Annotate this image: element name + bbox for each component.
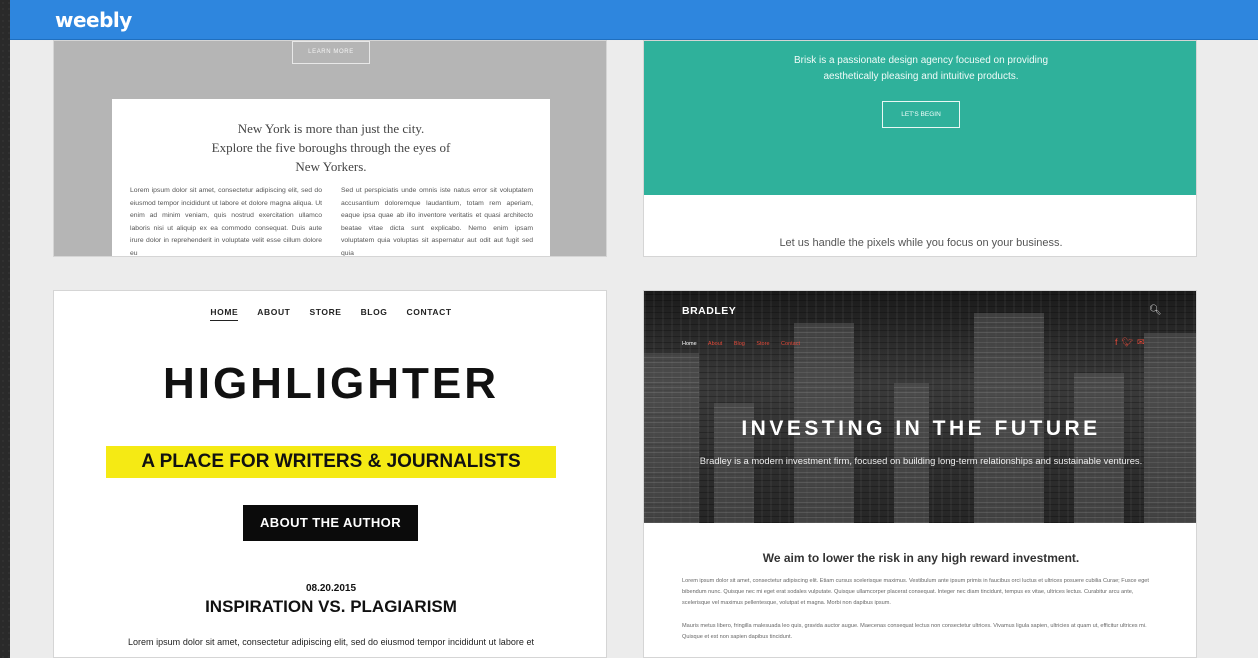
theme-card-new-york[interactable]: LEARN MORE New York is more than just th… bbox=[53, 40, 607, 257]
site-title: HIGHLIGHTER bbox=[162, 359, 500, 408]
hero-section: Brisk is a passionate design agency focu… bbox=[644, 41, 1196, 195]
intro-line-1: Brisk is a passionate design agency focu… bbox=[793, 55, 1049, 66]
intro-line-2: aesthetically pleasing and intuitive pro… bbox=[823, 71, 1019, 82]
email-icon[interactable]: ✉ bbox=[1137, 337, 1149, 347]
post-date: 08.20.2015 bbox=[305, 583, 357, 594]
paragraph: Mauris metus libero, fringilla malesuada… bbox=[682, 623, 1147, 640]
menu-about[interactable]: About bbox=[708, 341, 722, 347]
building bbox=[894, 383, 929, 523]
brand-name[interactable]: BRADLEY bbox=[682, 305, 736, 317]
search-icon[interactable]: 🔍︎ bbox=[1149, 305, 1162, 316]
body-column-right: Sed ut perspiciatis unde omnis iste natu… bbox=[341, 187, 533, 257]
headline-line-2: Explore the five boroughs through the ey… bbox=[211, 140, 451, 155]
nav-bar: HOME ABOUT STORE BLOG CONTACT bbox=[54, 307, 606, 321]
paragraph: Lorem ipsum dolor sit amet, consectetur … bbox=[682, 578, 1149, 606]
section-heading: We aim to lower the risk in any high rew… bbox=[762, 551, 1080, 565]
nav-store[interactable]: STORE bbox=[309, 307, 341, 320]
nav-contact[interactable]: CONTACT bbox=[407, 307, 452, 320]
hero-subtitle: Bradley is a modern investment firm, foc… bbox=[699, 455, 1143, 466]
nav-home[interactable]: HOME bbox=[210, 307, 239, 321]
headline: New York is more than just the city. Exp… bbox=[112, 119, 550, 176]
menu: Home About Blog Store Contact bbox=[682, 341, 810, 347]
theme-card-bradley[interactable]: BRADLEY 🔍︎ Home About Blog Store Contact… bbox=[643, 290, 1197, 658]
content-panel: New York is more than just the city. Exp… bbox=[112, 99, 550, 257]
menu-store[interactable]: Store bbox=[756, 341, 769, 347]
headline-line-1: New York is more than just the city. bbox=[237, 121, 425, 136]
post-excerpt: Lorem ipsum dolor sit amet, consectetur … bbox=[128, 637, 534, 647]
building bbox=[1074, 373, 1124, 523]
tagline: Let us handle the pixels while you focus… bbox=[779, 237, 1063, 249]
theme-gallery: weebly LEARN MORE New York is more than … bbox=[10, 0, 1258, 658]
theme-card-brisk[interactable]: Brisk is a passionate design agency focu… bbox=[643, 40, 1197, 257]
nav-blog[interactable]: BLOG bbox=[361, 307, 388, 320]
top-bar: weebly bbox=[10, 0, 1258, 40]
menu-home[interactable]: Home bbox=[682, 341, 697, 347]
body-column-left: Lorem ipsum dolor sit amet, consectetur … bbox=[130, 187, 322, 257]
hero-cityscape: BRADLEY 🔍︎ Home About Blog Store Contact… bbox=[644, 291, 1196, 523]
nav-about[interactable]: ABOUT bbox=[257, 307, 290, 320]
theme-card-highlighter[interactable]: HOME ABOUT STORE BLOG CONTACT HIGHLIGHTE… bbox=[53, 290, 607, 658]
menu-blog[interactable]: Blog bbox=[734, 341, 745, 347]
twitter-icon[interactable]: 🐦︎ bbox=[1122, 337, 1137, 347]
intro-text: Brisk is a passionate design agency focu… bbox=[644, 53, 1196, 85]
headline-line-3: New Yorkers. bbox=[295, 159, 367, 174]
about-author-button[interactable]: ABOUT THE AUTHOR bbox=[243, 505, 418, 541]
menu-contact[interactable]: Contact bbox=[781, 341, 800, 347]
tagline-highlight: A PLACE FOR WRITERS & JOURNALISTS bbox=[106, 446, 556, 478]
post-title[interactable]: INSPIRATION VS. PLAGIARISM bbox=[54, 597, 606, 617]
social-icons: f🐦︎✉ bbox=[1115, 337, 1149, 348]
hero-title: INVESTING IN THE FUTURE bbox=[741, 417, 1101, 440]
weebly-logo[interactable]: weebly bbox=[55, 8, 132, 32]
lets-begin-button[interactable]: LET'S BEGIN bbox=[882, 101, 960, 128]
learn-more-button[interactable]: LEARN MORE bbox=[292, 41, 370, 64]
